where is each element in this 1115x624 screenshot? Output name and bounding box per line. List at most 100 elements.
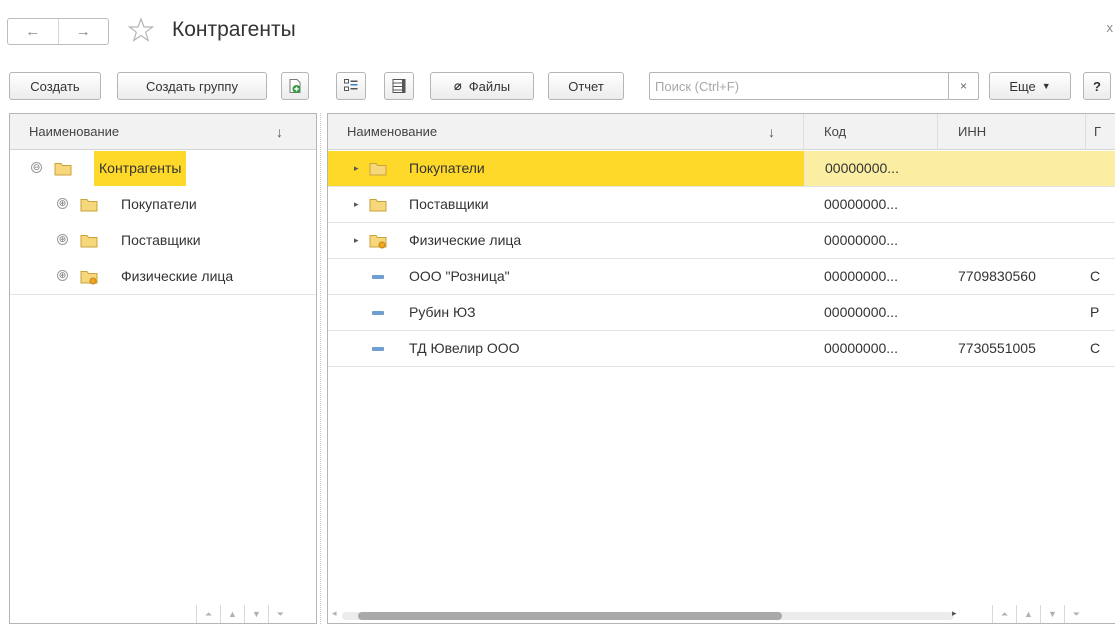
- list-view-button[interactable]: [384, 72, 414, 100]
- expand-icon[interactable]: ⊕: [57, 234, 68, 245]
- row-name: Поставщики: [409, 196, 489, 212]
- list-table-icon: [392, 79, 406, 93]
- panel-splitter[interactable]: [320, 113, 324, 624]
- hierarchy-list-icon: [344, 79, 358, 91]
- search-clear-button[interactable]: ×: [948, 73, 978, 99]
- hierarchy-mode-button[interactable]: [336, 72, 366, 100]
- inn-cell: 7709830560: [958, 268, 1036, 284]
- list-panel: Наименование ↓ Код ИНН Г ▸ Покупатели 00…: [327, 113, 1115, 624]
- table-row[interactable]: ООО "Розница" 00000000... 7709830560 С: [328, 259, 1115, 295]
- last-page-button[interactable]: ⏷: [268, 605, 292, 623]
- folder-icon: [80, 235, 98, 248]
- extra-cell: Р: [1090, 304, 1100, 320]
- create-button-label: Создать: [30, 78, 80, 94]
- report-button[interactable]: Отчет: [548, 72, 624, 100]
- row-name: Физические лица: [409, 232, 522, 248]
- favorite-star-icon[interactable]: [128, 17, 154, 43]
- item-marker-icon: [372, 311, 384, 315]
- tree-item-label: Контрагенты: [94, 151, 187, 186]
- next-page-icon: ▼: [252, 609, 261, 619]
- files-button-label: Файлы: [468, 78, 511, 94]
- groups-tree-panel: Наименование ↓ ⊖ Контрагенты ⊕ Покупател…: [9, 113, 317, 624]
- create-copy-button[interactable]: [281, 72, 309, 100]
- expand-arrow-icon[interactable]: ▸: [354, 151, 359, 186]
- arrow-left-icon: ←: [25, 23, 41, 40]
- code-cell: 00000000...: [824, 340, 898, 356]
- expand-arrow-icon[interactable]: ▸: [354, 187, 359, 222]
- tree-item-suppliers[interactable]: ⊕ Поставщики: [10, 223, 316, 259]
- tree-item-individuals[interactable]: ⊕ Физические лица: [10, 259, 316, 295]
- help-button[interactable]: ?: [1083, 72, 1111, 100]
- scroll-right-icon[interactable]: ▸: [952, 608, 957, 619]
- search-box: ×: [649, 72, 979, 100]
- inn-cell: [938, 151, 1086, 186]
- table-row[interactable]: ▸ Поставщики 00000000...: [328, 187, 1115, 223]
- expand-arrow-icon[interactable]: ▸: [354, 223, 359, 258]
- page-title: Контрагенты: [172, 18, 296, 41]
- tree-item-label: Покупатели: [121, 196, 197, 212]
- last-page-button[interactable]: ⏷: [1064, 605, 1088, 623]
- folder-icon: [369, 199, 387, 212]
- scrollbar-thumb[interactable]: [358, 612, 782, 620]
- chevron-down-icon: ▼: [1041, 81, 1051, 91]
- table-row[interactable]: ТД Ювелир ООО 00000000... 7730551005 С: [328, 331, 1115, 367]
- row-name: ТД Ювелир ООО: [409, 340, 520, 356]
- prev-page-button[interactable]: ▲: [220, 605, 244, 623]
- inn-cell: [938, 187, 1086, 222]
- code-cell: 00000000...: [824, 232, 898, 248]
- column-header-label: ИНН: [958, 124, 987, 139]
- more-button[interactable]: Еще ▼: [989, 72, 1071, 100]
- tree-item-contragents[interactable]: ⊖ Контрагенты: [10, 151, 316, 187]
- files-button[interactable]: ⌀ Файлы: [430, 72, 534, 100]
- tree-pager: ⏶ ▲ ▼ ⏷: [196, 605, 292, 623]
- item-marker-icon: [372, 347, 384, 351]
- table-row[interactable]: ▸ Физические лица 00000000...: [328, 223, 1115, 259]
- search-input[interactable]: [650, 73, 948, 99]
- expand-icon[interactable]: ⊕: [57, 198, 68, 209]
- table-row[interactable]: Рубин ЮЗ 00000000... Р: [328, 295, 1115, 331]
- inn-cell: [938, 295, 1086, 330]
- list-pager: ⏶ ▲ ▼ ⏷: [992, 605, 1088, 623]
- tree-column-name-label: Наименование: [29, 124, 120, 139]
- navigation-buttons: ← →: [7, 18, 109, 45]
- last-page-icon: ⏷: [1072, 608, 1081, 619]
- first-page-button[interactable]: ⏶: [196, 605, 220, 623]
- back-button[interactable]: ←: [8, 19, 58, 44]
- prev-page-icon: ▲: [1024, 609, 1033, 619]
- next-page-button[interactable]: ▼: [1040, 605, 1064, 623]
- horizontal-scrollbar[interactable]: [342, 612, 954, 620]
- sort-arrow-icon: ↓: [276, 124, 283, 140]
- next-page-button[interactable]: ▼: [244, 605, 268, 623]
- toolbar: Создать Создать группу ⌀ Файлы Отчет ×: [0, 72, 1115, 102]
- title-bar: ← → Контрагенты x: [0, 0, 1115, 62]
- code-cell: 00000000...: [824, 268, 898, 284]
- create-button[interactable]: Создать: [9, 72, 101, 100]
- forward-button[interactable]: →: [57, 19, 109, 44]
- more-button-label: Еще: [1009, 78, 1036, 94]
- create-group-button[interactable]: Создать группу: [117, 72, 267, 100]
- table-row[interactable]: ▸ Покупатели 00000000...: [328, 151, 1115, 187]
- extra-cell: [1086, 151, 1115, 186]
- tree-header: Наименование ↓: [10, 114, 316, 150]
- scroll-left-icon[interactable]: ◂: [332, 608, 337, 619]
- item-marker-icon: [372, 275, 384, 279]
- expand-icon[interactable]: ⊕: [57, 270, 68, 281]
- column-header-code[interactable]: Код: [804, 114, 938, 150]
- column-header-extra[interactable]: Г: [1086, 114, 1115, 150]
- close-button[interactable]: x: [1107, 20, 1114, 35]
- paperclip-icon: ⌀: [453, 78, 462, 93]
- prev-page-button[interactable]: ▲: [1016, 605, 1040, 623]
- name-cell: ТД Ювелир ООО: [328, 331, 804, 366]
- help-button-label: ?: [1093, 78, 1101, 94]
- tree-column-name[interactable]: Наименование: [10, 114, 316, 150]
- column-header-inn[interactable]: ИНН: [938, 114, 1086, 150]
- create-group-button-label: Создать группу: [146, 78, 238, 94]
- first-page-button[interactable]: ⏶: [992, 605, 1016, 623]
- tree-item-buyers[interactable]: ⊕ Покупатели: [10, 187, 316, 223]
- collapse-icon[interactable]: ⊖: [31, 162, 42, 173]
- first-page-icon: ⏶: [1000, 608, 1009, 619]
- tree-item-label: Поставщики: [121, 232, 201, 248]
- extra-cell: С: [1090, 268, 1101, 284]
- column-header-name[interactable]: Наименование: [328, 114, 804, 150]
- sort-arrow-icon: ↓: [768, 124, 775, 140]
